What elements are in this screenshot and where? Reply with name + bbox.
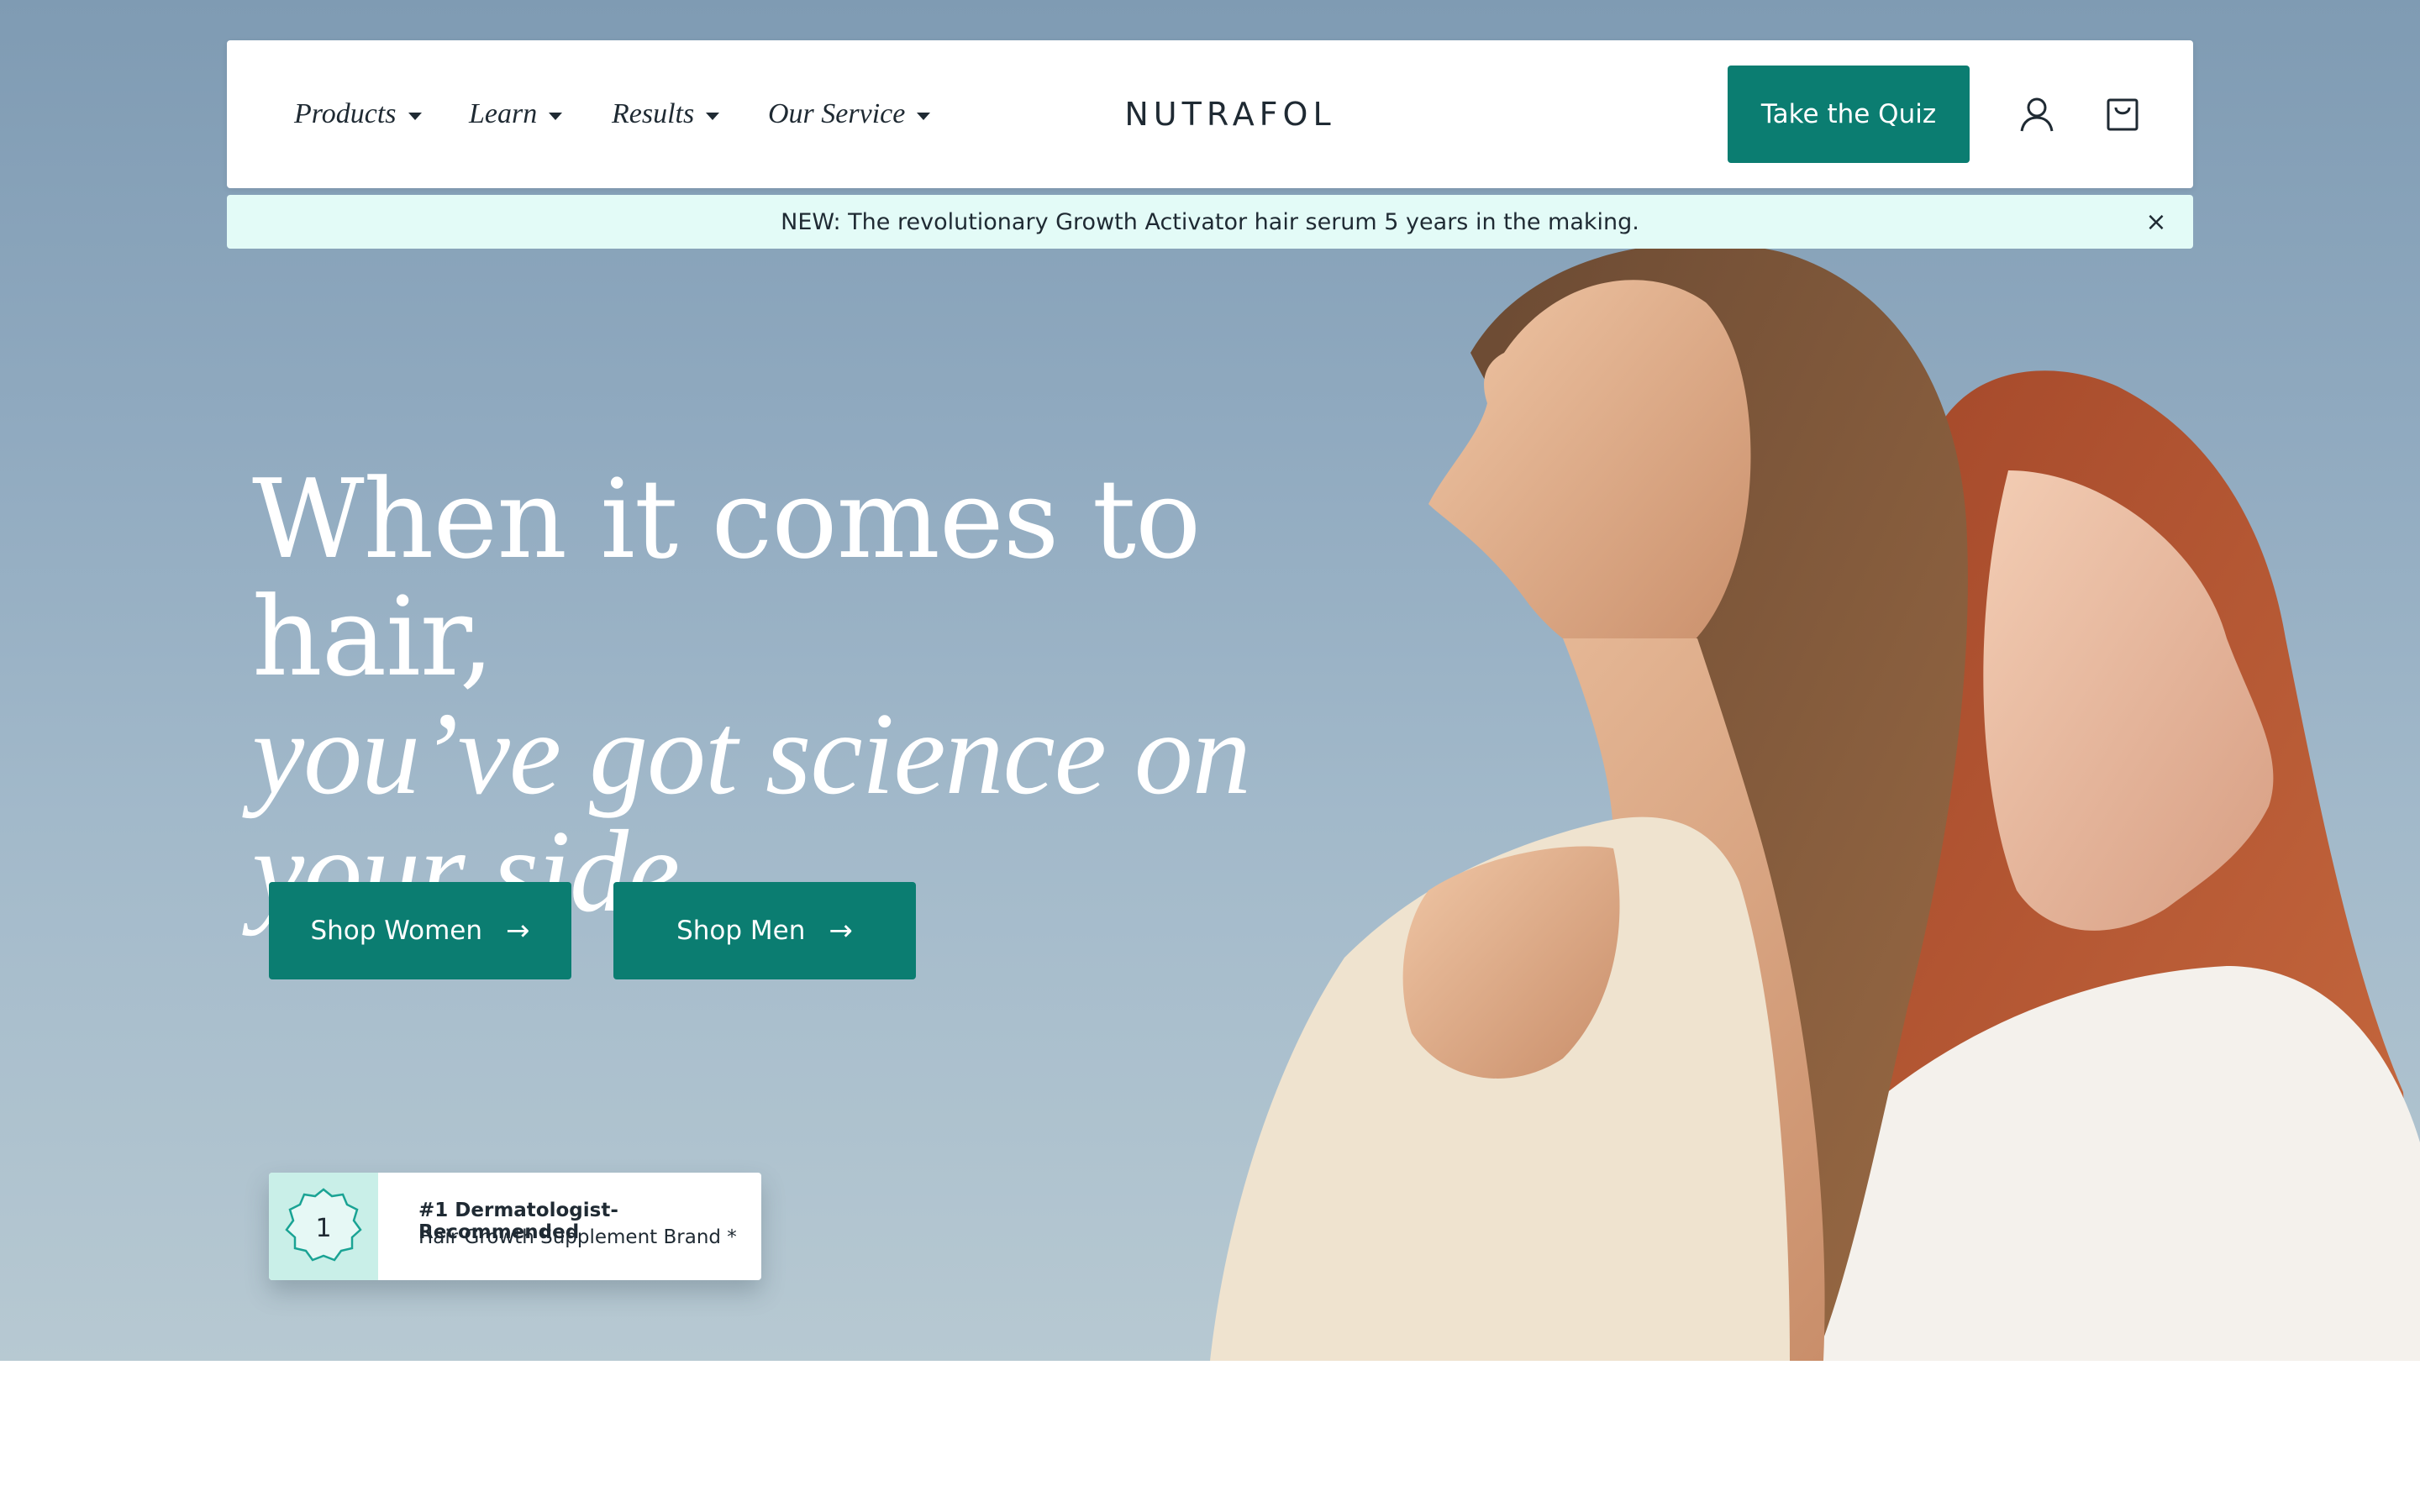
take-quiz-button[interactable]: Take the Quiz (1728, 66, 1970, 163)
announcement-bar: NEW: The revolutionary Growth Activator … (227, 195, 2193, 249)
hero-section: Products Learn Results Our Service NUTRA… (0, 0, 2420, 1361)
nav-learn-label: Learn (469, 98, 538, 129)
chevron-down-icon (549, 112, 563, 120)
top-navigation: Products Learn Results Our Service NUTRA… (227, 40, 2193, 188)
user-icon-glyph (2020, 97, 2054, 132)
chevron-down-icon (408, 112, 422, 120)
shopping-bag-icon[interactable] (2097, 89, 2148, 139)
award-badge: 1 #1 Dermatologist-Recommended Hair Grow… (269, 1173, 761, 1280)
headline-line-1: When it comes to hair, (252, 455, 1201, 701)
brand-logo[interactable]: NUTRAFOL (1104, 40, 1356, 188)
arrow-right-icon: → (506, 914, 530, 948)
hero-headline: When it comes to hair, you’ve got scienc… (252, 460, 1428, 931)
close-icon[interactable]: × (2141, 207, 2171, 237)
shop-men-label: Shop Men (676, 916, 806, 946)
nav-products[interactable]: Products (294, 40, 422, 188)
nav-products-label: Products (294, 98, 397, 129)
shop-women-label: Shop Women (310, 916, 483, 946)
shop-women-button[interactable]: Shop Women → (269, 882, 571, 979)
face-brown (1428, 280, 1751, 669)
award-seal-icon: 1 (269, 1173, 378, 1280)
nav-our-service-label: Our Service (768, 98, 906, 129)
arrow-right-icon: → (829, 914, 853, 948)
user-icon[interactable] (2012, 89, 2062, 139)
chevron-down-icon (917, 112, 931, 120)
headline-line-2: you’ve got science on (252, 689, 1251, 819)
shop-men-button[interactable]: Shop Men → (613, 882, 916, 979)
nav-results[interactable]: Results (612, 40, 720, 188)
badge-subtitle: Hair Growth Supplement Brand * (418, 1226, 737, 1248)
nav-learn[interactable]: Learn (469, 40, 563, 188)
nav-our-service[interactable]: Our Service (768, 40, 931, 188)
nav-results-label: Results (612, 98, 695, 129)
shopping-bag-icon-glyph (2107, 98, 2139, 131)
announcement-text[interactable]: NEW: The revolutionary Growth Activator … (781, 209, 1639, 235)
award-seal-glyph: 1 (285, 1188, 362, 1262)
chevron-down-icon (706, 112, 720, 120)
award-seal-number: 1 (315, 1214, 331, 1243)
